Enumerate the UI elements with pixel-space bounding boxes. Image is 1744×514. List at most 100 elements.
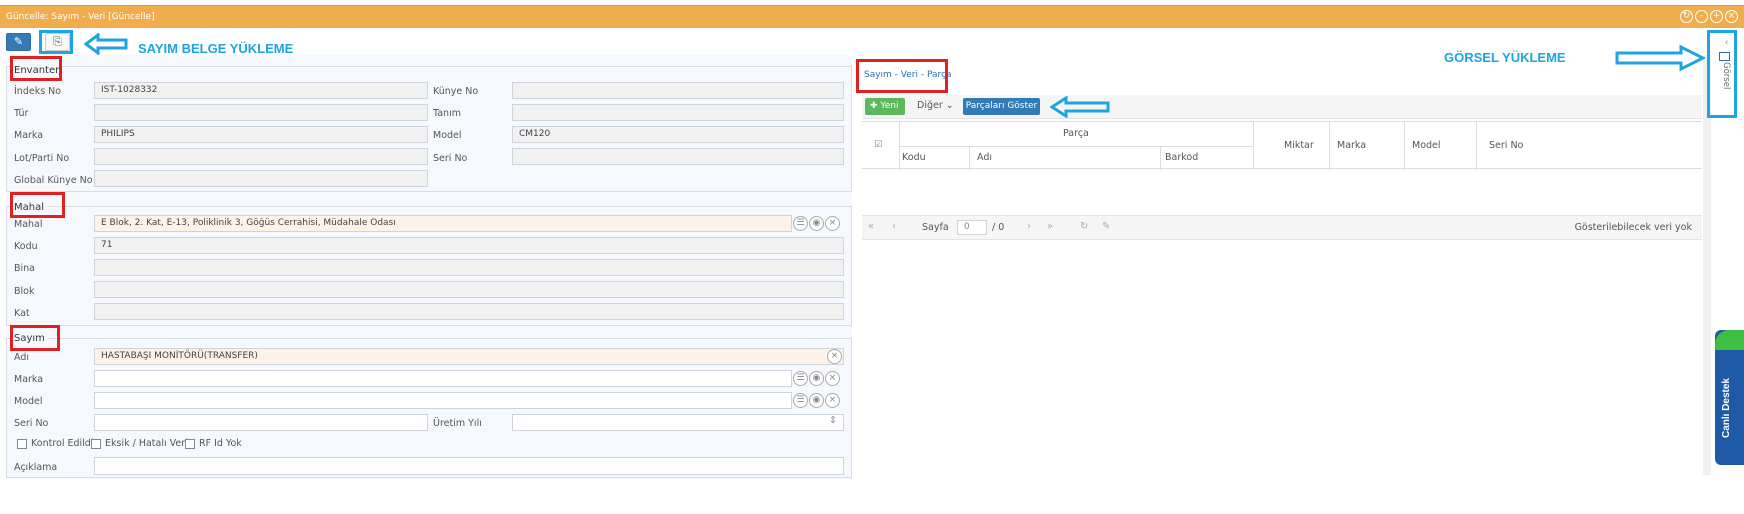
list-icon[interactable]: ☰	[793, 393, 808, 408]
page-input[interactable]: 0	[957, 220, 987, 235]
chevron-down-icon: ⌄	[945, 100, 954, 111]
blok-input[interactable]	[94, 281, 844, 298]
other-dropdown[interactable]: Diğer ⌄	[917, 100, 954, 111]
collapse-icon[interactable]: ‹	[1720, 37, 1733, 50]
col-adi[interactable]: Adı	[977, 152, 992, 163]
scrollbar[interactable]	[1703, 55, 1711, 475]
clear-icon[interactable]: ×	[825, 216, 840, 231]
marka-label: Marka	[14, 130, 44, 141]
prev-page-icon[interactable]: ‹	[892, 221, 896, 232]
clear-icon[interactable]: ×	[825, 393, 840, 408]
clear-icon[interactable]: ×	[825, 371, 840, 386]
sayim-seri-input[interactable]	[94, 414, 428, 431]
tab-highlight	[856, 59, 948, 93]
kat-label: Kat	[14, 308, 30, 319]
spinner-icon[interactable]: ⇕	[829, 415, 837, 426]
live-support-widget[interactable]: Canlı Destek	[1715, 330, 1744, 465]
kontrol-checkbox[interactable]: Kontrol Edildi?	[17, 438, 99, 449]
adi-input[interactable]: HASTABAŞI MONİTÖRÜ(TRANSFER)	[94, 348, 844, 365]
list-icon[interactable]: ☰	[793, 216, 808, 231]
refresh-icon[interactable]: ↻	[1680, 10, 1693, 23]
page-total: / 0	[992, 222, 1005, 233]
minimize-icon[interactable]: –	[1695, 10, 1708, 23]
edit-button[interactable]: ✎	[6, 33, 31, 51]
eye-icon[interactable]: ◉	[809, 393, 824, 408]
col-barkod[interactable]: Barkod	[1165, 152, 1198, 163]
grid-line	[1404, 122, 1405, 170]
sayim-marka-actions: ☰ ◉ ×	[793, 371, 840, 386]
col-model[interactable]: Model	[1412, 140, 1441, 151]
list-icon[interactable]: ☰	[793, 371, 808, 386]
select-all-checkbox[interactable]: ☑	[874, 139, 883, 150]
window-titlebar: Güncelle: Sayım - Veri [Güncelle] ↻ – + …	[0, 5, 1744, 28]
sayim-model-input[interactable]	[94, 392, 792, 409]
first-page-icon[interactable]: «	[868, 221, 874, 232]
bina-label: Bina	[14, 263, 35, 274]
col-parca: Parça	[1063, 128, 1089, 139]
arrow-left-icon	[84, 33, 128, 55]
maximize-icon[interactable]: +	[1710, 10, 1723, 23]
kodu-input[interactable]: 71	[94, 237, 844, 254]
close-icon[interactable]: ×	[1725, 10, 1738, 23]
arrow-right-icon	[1615, 44, 1705, 72]
refresh-icon[interactable]: ↻	[1080, 221, 1088, 232]
eksik-label: Eksik / Hatalı Veri?	[105, 438, 193, 449]
marka-input[interactable]: PHILIPS	[94, 126, 428, 143]
adi-label: Adı	[14, 352, 30, 363]
new-button[interactable]: ✚ Yeni	[865, 98, 905, 115]
col-miktar[interactable]: Miktar	[1284, 140, 1314, 151]
sayim-marka-input[interactable]	[94, 370, 792, 387]
checkbox-box[interactable]	[185, 438, 195, 449]
lot-input[interactable]	[94, 148, 428, 165]
checkbox-box[interactable]	[17, 438, 27, 449]
tanim-label: Tanım	[433, 108, 461, 119]
mahal-input[interactable]: E Blok, 2. Kat, E-13, Poliklinik 3, Göğü…	[94, 215, 792, 232]
sayim-highlight	[10, 325, 60, 351]
rfid-checkbox[interactable]: RF Id Yok	[185, 438, 242, 449]
seri-input[interactable]	[512, 148, 844, 165]
eraser-icon[interactable]: ✎	[1102, 221, 1110, 232]
model-input[interactable]: CM120	[512, 126, 844, 143]
image-icon[interactable]	[1719, 52, 1730, 61]
sayim-marka-label: Marka	[14, 374, 44, 385]
eye-icon[interactable]: ◉	[809, 216, 824, 231]
last-page-icon[interactable]: »	[1047, 221, 1053, 232]
bina-input[interactable]	[94, 259, 844, 276]
show-parts-button[interactable]: Parçaları Göster	[963, 98, 1040, 115]
checkbox-box[interactable]	[91, 438, 101, 449]
eksik-checkbox[interactable]: Eksik / Hatalı Veri?	[91, 438, 193, 449]
global-kunye-label: Global Künye No	[14, 175, 93, 186]
tur-input[interactable]	[94, 104, 428, 121]
global-kunye-input[interactable]	[94, 170, 428, 187]
tanim-input[interactable]	[512, 104, 844, 121]
window-buttons: ↻ – + ×	[1680, 10, 1738, 23]
col-kodu[interactable]: Kodu	[902, 152, 926, 163]
col-marka[interactable]: Marka	[1337, 140, 1366, 151]
clear-icon[interactable]: ×	[827, 349, 842, 364]
grid-line	[969, 146, 970, 170]
uretim-label: Üretim Yılı	[433, 418, 482, 429]
eye-icon[interactable]: ◉	[809, 371, 824, 386]
window-title: Güncelle: Sayım - Veri [Güncelle]	[6, 12, 155, 22]
lot-label: Lot/Parti No	[14, 153, 70, 164]
mahal-highlight	[10, 192, 65, 218]
gorsel-tab[interactable]: Görsel	[1721, 62, 1731, 89]
indeks-input[interactable]: IST-1028332	[94, 82, 428, 99]
kunye-input[interactable]	[512, 82, 844, 99]
uretim-input[interactable]	[512, 414, 844, 431]
model-label: Model	[433, 130, 462, 141]
live-support-accent	[1715, 330, 1744, 350]
aciklama-label: Açıklama	[14, 462, 58, 473]
envanter-highlight	[10, 56, 62, 81]
next-page-icon[interactable]: ›	[1027, 221, 1031, 232]
seri-label: Seri No	[433, 153, 468, 164]
grid-line	[1160, 146, 1161, 170]
aciklama-input[interactable]	[94, 457, 844, 475]
sayim-seri-label: Seri No	[14, 418, 49, 429]
tur-label: Tür	[14, 108, 29, 119]
grid-line	[1476, 122, 1477, 170]
blok-label: Blok	[14, 286, 35, 297]
kat-input[interactable]	[94, 303, 844, 320]
live-support-label: Canlı Destek	[1721, 378, 1732, 439]
col-serino[interactable]: Seri No	[1489, 140, 1523, 151]
